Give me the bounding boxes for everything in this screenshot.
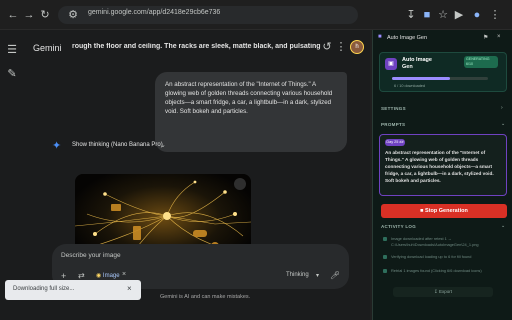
download-toast: Downloading full size... × — [5, 280, 141, 300]
export-button-label: Export — [439, 289, 453, 294]
log-status-icon — [383, 255, 387, 259]
app-logo-icon: ▣ — [385, 58, 397, 70]
log-text: Retrial 1 images found (Clicking 6/6 dow… — [391, 268, 482, 273]
close-icon[interactable]: × — [122, 271, 126, 278]
puzzle-icon[interactable]: ▶ — [452, 8, 466, 22]
back-icon[interactable]: ← — [6, 8, 20, 22]
hamburger-menu-icon[interactable]: ☰ — [5, 43, 19, 57]
gemini-app: ☰ ✎ Gemini rough the floor and ceiling. … — [0, 30, 370, 320]
gemini-spark-icon: ✦ — [52, 140, 62, 152]
prompt-card-text: An abstract representation of the "Inter… — [385, 150, 494, 183]
log-status-icon — [383, 237, 387, 241]
share-icon[interactable]: ↺ — [320, 40, 334, 54]
site-info-icon[interactable]: ⚙ — [66, 8, 80, 22]
panel-title: Auto Image Gen — [387, 35, 428, 41]
url-text[interactable]: gemini.google.com/app/d2418e29cb6e736 — [88, 9, 220, 16]
new-chat-icon[interactable]: ✎ — [5, 67, 19, 81]
stop-button-label: Stop Generation — [425, 208, 468, 214]
ai-disclaimer: Gemini is AI and can make mistakes. — [160, 294, 251, 300]
close-icon[interactable]: × — [497, 34, 501, 40]
pin-icon[interactable]: ⚑ — [483, 34, 488, 41]
reload-icon[interactable]: ↻ — [38, 8, 52, 22]
log-status-icon — [383, 269, 387, 273]
close-icon[interactable]: × — [127, 284, 132, 293]
log-text: Verifying download loading up to 6 for f… — [391, 254, 472, 259]
mode-selector[interactable]: Thinking — [286, 272, 309, 278]
export-button[interactable]: ↧ Export — [393, 287, 493, 297]
log-text: Image downloaded after retest 1 → C:\Use… — [391, 236, 479, 247]
toast-text: Downloading full size... — [13, 286, 75, 292]
conversation-title: rough the floor and ceiling. The racks a… — [72, 43, 322, 50]
downloaded-count: 6 / 10 downloaded — [394, 84, 426, 88]
image-tool-chip[interactable]: ◉ Image — [96, 272, 120, 279]
side-rail: ☰ ✎ — [0, 30, 22, 320]
prompt-day-badge: Day 25 ## — [385, 139, 405, 146]
chevron-down-icon[interactable]: ⌄ — [501, 121, 505, 127]
install-icon[interactable]: ↧ — [404, 8, 418, 22]
forward-icon[interactable]: → — [22, 8, 36, 22]
panel-header: ■ Auto Image Gen ⚑ × — [373, 30, 512, 46]
profile-icon[interactable]: ● — [470, 8, 484, 22]
stop-icon: ■ — [420, 208, 424, 214]
caret-down-icon[interactable]: ▾ — [316, 272, 319, 279]
extension-side-panel: ■ Auto Image Gen ⚑ × ▣ Auto Image Gen GE… — [372, 30, 512, 320]
prompt-card[interactable]: Day 25 ## An abstract representation of … — [379, 134, 507, 196]
section-activity-log[interactable]: ACTIVITY LOG — [381, 224, 416, 229]
card-title: Auto Image Gen — [402, 57, 432, 70]
stop-generation-button[interactable]: ■ Stop Generation — [381, 204, 507, 218]
progress-bar — [392, 77, 488, 80]
user-prompt-bubble: An abstract representation of the "Inter… — [155, 72, 347, 152]
section-prompts[interactable]: PROMPTS — [381, 122, 405, 127]
menu-icon[interactable]: ⋮ — [488, 8, 502, 22]
chevron-icon[interactable]: › — [501, 105, 503, 111]
chevron-down-icon[interactable]: ⌄ — [160, 141, 166, 149]
progress-fill — [392, 77, 450, 80]
address-bar[interactable]: ⚙ gemini.google.com/app/d2418e29cb6e736 — [58, 6, 358, 24]
browser-toolbar: ← → ↻ ⚙ gemini.google.com/app/d2418e29cb… — [0, 0, 512, 30]
extension-icon[interactable]: ■ — [420, 8, 434, 22]
show-thinking-toggle[interactable]: Show thinking (Nano Banana Pro) — [72, 142, 163, 148]
section-settings[interactable]: SETTINGS — [381, 106, 406, 111]
app-title: Gemini — [33, 43, 62, 53]
banana-icon: ◉ — [96, 273, 102, 279]
tools-icon[interactable]: ⇄ — [78, 271, 85, 280]
image-options-button[interactable] — [234, 178, 246, 190]
chevron-down-icon[interactable]: ⌄ — [501, 223, 505, 229]
image-chip-label: Image — [102, 273, 120, 279]
avatar[interactable]: h — [350, 40, 364, 54]
status-card: ▣ Auto Image Gen GENERATING 6/10 6 / 10 … — [379, 52, 507, 92]
prompt-input[interactable]: Describe your image — [61, 252, 121, 259]
more-options-icon[interactable]: ⋮ — [334, 40, 348, 54]
download-icon: ↧ — [433, 289, 438, 294]
microphone-icon[interactable]: 🎤︎ — [330, 271, 340, 280]
status-badge: GENERATING 6/10 — [464, 56, 498, 68]
star-icon[interactable]: ☆ — [436, 8, 450, 22]
extension-logo-icon: ■ — [378, 34, 382, 40]
